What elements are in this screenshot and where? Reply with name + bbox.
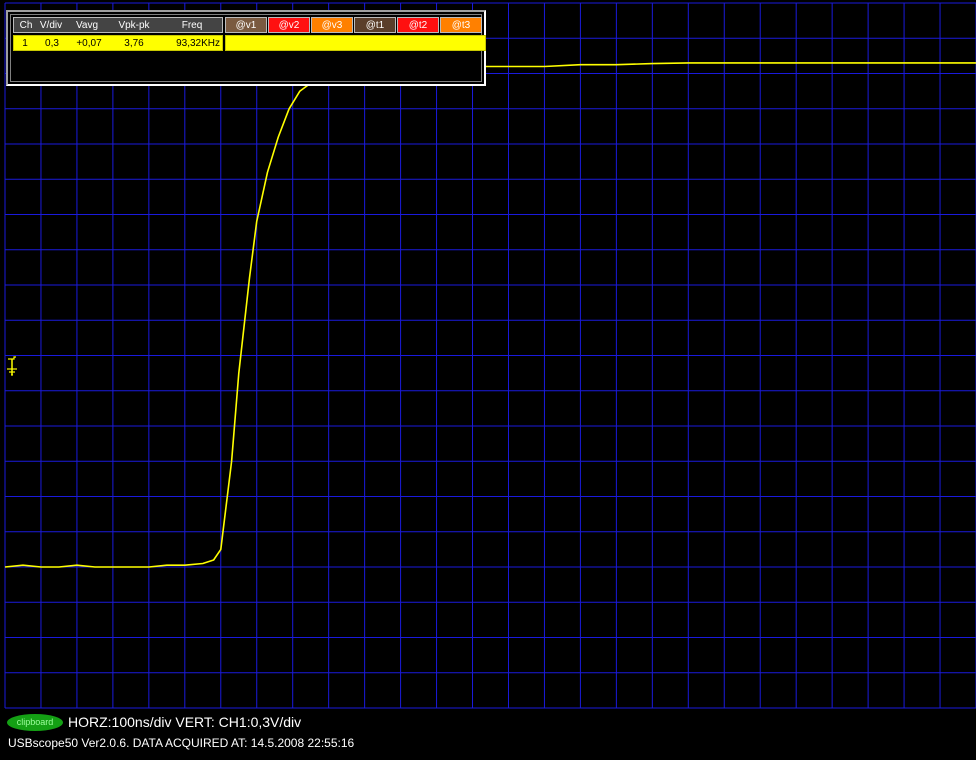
trigger-level-icon[interactable] <box>6 355 18 383</box>
header-vdiv: V/div <box>39 20 63 31</box>
grid <box>4 2 976 709</box>
header-vavg: Vavg <box>75 20 99 31</box>
version-info: USBscope50 Ver2.0.6. DATA ACQUIRED AT: 1… <box>8 736 355 750</box>
trace-channel-1 <box>4 62 976 568</box>
scope-display[interactable]: Ch V/div Vavg Vpk-pk Freq @v1 @v2 @v3 @t… <box>0 0 976 710</box>
cursor-t3-button[interactable]: @t3 <box>440 17 482 33</box>
scope-plot <box>4 2 976 709</box>
header-freq: Freq <box>181 20 203 31</box>
value-vpkpk: 3,76 <box>124 38 144 49</box>
cursor-values <box>225 35 486 51</box>
value-vavg: +0,07 <box>76 38 102 49</box>
value-ch: 1 <box>22 38 28 49</box>
cursor-t1-button[interactable]: @t1 <box>354 17 396 33</box>
scale-info: HORZ:100ns/div VERT: CH1:0,3V/div <box>68 714 302 730</box>
trace-line-1 <box>4 62 976 568</box>
cursor-t2-button[interactable]: @t2 <box>397 17 439 33</box>
value-freq: 93,32KHz <box>176 38 220 49</box>
oscilloscope-window: Ch V/div Vavg Vpk-pk Freq @v1 @v2 @v3 @t… <box>0 0 976 760</box>
measurement-header-group: Ch V/div Vavg Vpk-pk Freq <box>13 17 223 33</box>
header-vpkpk: Vpk-pk <box>118 20 150 31</box>
value-vdiv: 0,3 <box>45 38 59 49</box>
cursor-v2-button[interactable]: @v2 <box>268 17 310 33</box>
cursor-v1-button[interactable]: @v1 <box>225 17 267 33</box>
cursor-v3-button[interactable]: @v3 <box>311 17 353 33</box>
header-ch: Ch <box>19 20 33 31</box>
measurement-values: 1 0,3 +0,07 3,76 93,32KHz <box>13 35 223 51</box>
clipboard-button[interactable]: clipboard <box>7 714 63 731</box>
measurement-table: Ch V/div Vavg Vpk-pk Freq @v1 @v2 @v3 @t… <box>10 14 486 82</box>
measurement-panel: Ch V/div Vavg Vpk-pk Freq @v1 @v2 @v3 @t… <box>6 10 486 86</box>
status-area: clipboard HORZ:100ns/div VERT: CH1:0,3V/… <box>0 710 976 760</box>
